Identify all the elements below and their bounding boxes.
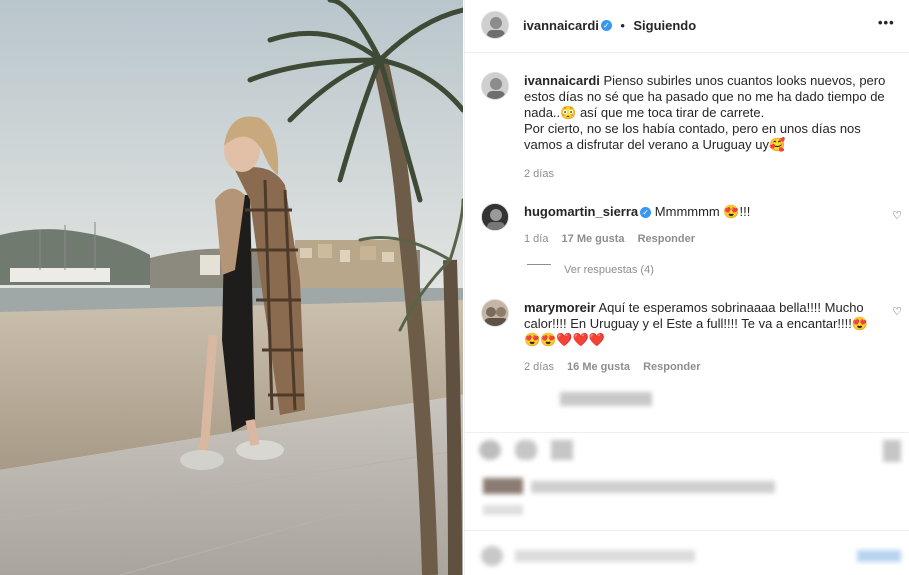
actions-divider bbox=[465, 432, 909, 433]
post-date bbox=[483, 505, 523, 515]
reply-button[interactable]: Responder bbox=[638, 233, 695, 245]
liked-by-text bbox=[531, 481, 775, 493]
like-comment-heart-icon[interactable]: ♡ bbox=[892, 305, 902, 318]
comment-meta: 2 días 16 Me gusta Responder bbox=[524, 361, 701, 373]
replies-line bbox=[527, 264, 551, 265]
verified-badge-icon: ✓ bbox=[640, 207, 652, 219]
verified-badge-icon: ✓ bbox=[600, 20, 612, 32]
publish-button[interactable] bbox=[857, 550, 901, 562]
comment-likes[interactable]: 17 Me gusta bbox=[562, 233, 625, 245]
like-icon[interactable] bbox=[479, 440, 501, 460]
view-replies-button[interactable]: Ver respuestas (4) bbox=[564, 264, 654, 276]
reply-button[interactable]: Responder bbox=[643, 361, 700, 373]
author-avatar[interactable] bbox=[481, 11, 509, 39]
comment-2: marymoreir Aquí te esperamos sobrinaaaa … bbox=[524, 300, 874, 348]
save-icon[interactable] bbox=[883, 440, 901, 462]
caption-username[interactable]: ivannaicardi bbox=[524, 73, 600, 88]
add-comment-input[interactable] bbox=[515, 550, 695, 562]
caption-time[interactable]: 2 días bbox=[524, 168, 554, 180]
comment-avatar[interactable] bbox=[481, 299, 509, 327]
comment-likes[interactable]: 16 Me gusta bbox=[567, 361, 630, 373]
share-icon[interactable] bbox=[551, 440, 573, 460]
header-username[interactable]: ivannaicardi bbox=[523, 18, 599, 33]
comment-time[interactable]: 1 día bbox=[524, 233, 548, 245]
post-side-panel: ivannaicardi ✓ • Siguiendo ••• ivannaicar… bbox=[464, 0, 909, 575]
emoji-icon[interactable] bbox=[481, 546, 503, 566]
avatar-image bbox=[482, 204, 508, 230]
avatar-image bbox=[482, 12, 508, 38]
avatar-image bbox=[482, 73, 508, 99]
comment-icon[interactable] bbox=[515, 440, 537, 460]
avatar-image bbox=[482, 300, 508, 326]
comment-avatar[interactable] bbox=[481, 203, 509, 231]
comment-username[interactable]: marymoreir bbox=[524, 300, 596, 315]
post-header: ivannaicardi ✓ • Siguiendo ••• bbox=[465, 0, 909, 53]
comment-meta: 1 día 17 Me gusta Responder bbox=[524, 233, 695, 245]
post-photo[interactable] bbox=[0, 0, 463, 575]
comment-divider bbox=[465, 530, 909, 531]
caption-avatar[interactable] bbox=[481, 72, 509, 100]
comment-text: Mmmmmm 😍!!! bbox=[654, 204, 751, 219]
liked-by-avatars bbox=[483, 478, 523, 494]
post-photo-image bbox=[0, 0, 463, 575]
like-comment-heart-icon[interactable]: ♡ bbox=[892, 209, 902, 222]
blurred-text bbox=[560, 392, 652, 406]
caption: ivannaicardi Pienso subirles unos cuanto… bbox=[524, 73, 899, 153]
comment-time[interactable]: 2 días bbox=[524, 361, 554, 373]
comment-username[interactable]: hugomartin_sierra bbox=[524, 204, 638, 219]
more-options-icon[interactable]: ••• bbox=[878, 15, 895, 30]
header-separator: • bbox=[620, 18, 625, 33]
comment-1: hugomartin_sierra ✓ Mmmmmm 😍!!! bbox=[524, 204, 874, 220]
follow-status-button[interactable]: Siguiendo bbox=[633, 18, 696, 33]
